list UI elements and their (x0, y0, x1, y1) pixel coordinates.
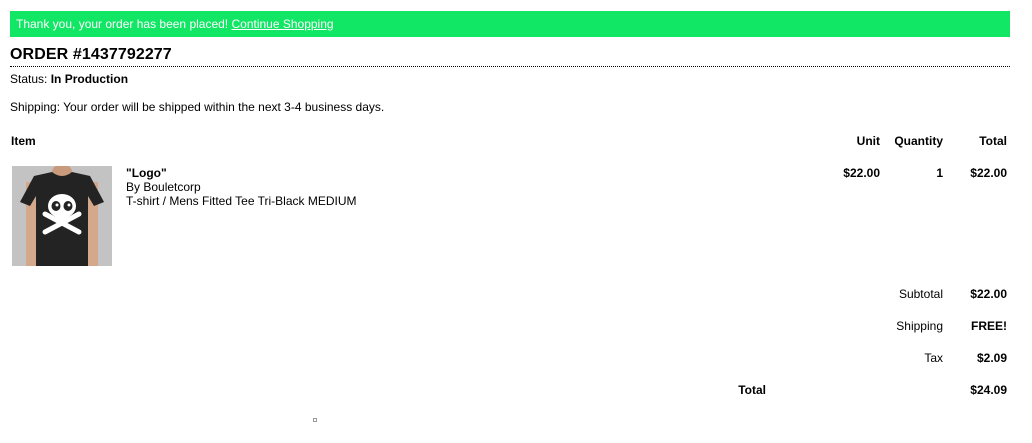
order-confirmation-banner: Thank you, your order has been placed! C… (10, 11, 1010, 37)
grand-total-label: Total (738, 383, 766, 397)
product-image[interactable] (12, 166, 112, 266)
column-header-unit: Unit (856, 134, 880, 148)
tax-value: $2.09 (976, 351, 1007, 365)
row-quantity: 1 (936, 166, 943, 180)
product-description: T-shirt / Mens Fitted Tee Tri-Black MEDI… (126, 194, 357, 208)
row-unit-price: $22.00 (843, 166, 880, 180)
order-title: ORDER #1437792277 (10, 46, 1010, 67)
subtotal-label: Subtotal (898, 287, 943, 301)
column-header-item: Item (11, 134, 36, 148)
shipping-note: Shipping: Your order will be shipped wit… (10, 100, 385, 114)
banner-message: Thank you, your order has been placed! (16, 17, 229, 31)
shipping-label: Shipping (896, 319, 943, 333)
status-value: In Production (50, 72, 129, 86)
tax-label: Tax (924, 351, 943, 365)
continue-shopping-link[interactable]: Continue Shopping (231, 17, 333, 31)
tracking-pixel (313, 418, 317, 422)
row-total: $22.00 (970, 166, 1007, 180)
product-name: "Logo" (126, 166, 167, 180)
status-label: Status: (10, 72, 48, 86)
subtotal-value: $22.00 (970, 287, 1007, 301)
product-creator: By Bouletcorp (126, 180, 201, 194)
shipping-value: FREE! (971, 319, 1007, 333)
skull-crossbones-tshirt-icon (12, 166, 112, 266)
grand-total-value: $24.09 (970, 383, 1007, 397)
column-header-quantity: Quantity (894, 134, 943, 148)
order-status: Status: In Production (10, 72, 128, 86)
column-header-total: Total (979, 134, 1007, 148)
